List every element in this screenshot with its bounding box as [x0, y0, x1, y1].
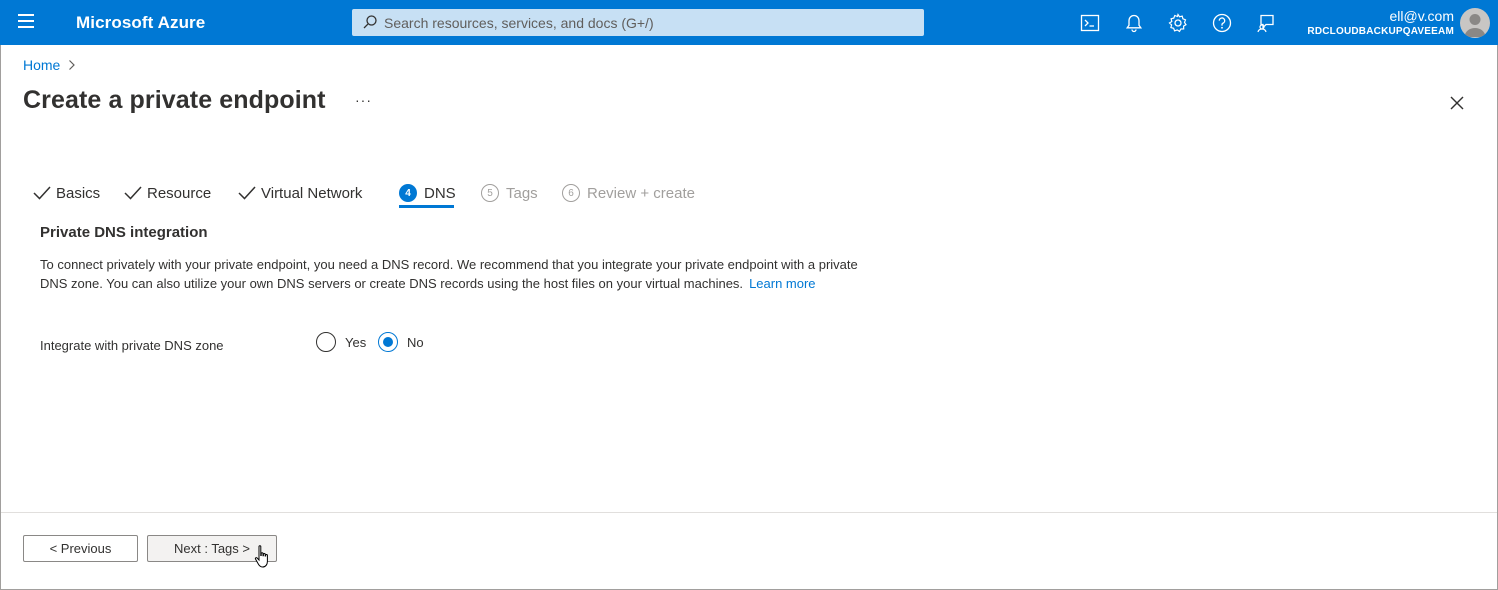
tab-label: DNS — [424, 184, 456, 202]
brand-title[interactable]: Microsoft Azure — [76, 13, 205, 33]
more-options-button[interactable]: ··· — [355, 92, 372, 108]
radio-label: Yes — [345, 334, 367, 350]
tab-review-create[interactable]: 6 Review + create — [562, 177, 695, 209]
tab-resource[interactable]: Resource — [124, 177, 211, 209]
checkmark-icon — [238, 186, 256, 200]
section-title: Private DNS integration — [40, 224, 208, 241]
tab-basics[interactable]: Basics — [33, 177, 100, 209]
page-title: Create a private endpoint — [23, 86, 326, 114]
help-icon[interactable] — [1211, 12, 1233, 34]
radio-yes[interactable]: Yes — [316, 332, 366, 352]
checkmark-icon — [33, 186, 51, 200]
close-icon[interactable] — [1449, 95, 1465, 111]
tab-tags[interactable]: 5 Tags — [481, 177, 538, 209]
tab-label: Tags — [506, 184, 538, 202]
account-info[interactable]: ell@v.com RDCLOUDBACKUPQAVEEAM — [1307, 8, 1454, 39]
radio-circle-selected[interactable] — [378, 332, 398, 352]
chevron-right-icon — [69, 60, 76, 70]
radio-circle[interactable] — [316, 332, 336, 352]
section-description: To connect privately with your private e… — [40, 255, 860, 293]
breadcrumb-home[interactable]: Home — [23, 57, 60, 73]
checkmark-icon — [124, 186, 142, 200]
account-user: ell@v.com — [1389, 8, 1454, 24]
tab-virtual-network[interactable]: Virtual Network — [238, 177, 362, 209]
next-tags-button[interactable]: Next : Tags > — [147, 535, 277, 562]
tab-label: Virtual Network — [261, 184, 363, 202]
tab-label: Basics — [56, 184, 101, 202]
radio-label: No — [407, 334, 424, 350]
breadcrumb: Home — [23, 57, 76, 73]
radio-no[interactable]: No — [378, 332, 424, 352]
footer-divider — [1, 512, 1497, 513]
tab-label: Resource — [147, 184, 212, 202]
description-text: To connect privately with your private e… — [40, 257, 858, 291]
notifications-icon[interactable] — [1123, 12, 1145, 34]
feedback-icon[interactable] — [1255, 12, 1277, 34]
avatar[interactable] — [1460, 8, 1490, 38]
step-number: 5 — [481, 184, 499, 202]
previous-button[interactable]: < Previous — [23, 535, 138, 562]
settings-icon[interactable] — [1167, 12, 1189, 34]
top-bar: Microsoft Azure ell@v.com RDCLOUDBACKUPQ… — [0, 0, 1498, 45]
learn-more-link[interactable]: Learn more — [749, 276, 815, 291]
menu-icon[interactable] — [18, 14, 38, 30]
step-number: 6 — [562, 184, 580, 202]
field-label-private-dns: Integrate with private DNS zone — [40, 338, 224, 353]
search-input[interactable] — [384, 9, 914, 36]
user-avatar-icon — [1464, 14, 1486, 37]
step-number: 4 — [399, 184, 417, 202]
cloud-shell-icon[interactable] — [1079, 12, 1101, 34]
active-tab-indicator — [399, 205, 454, 208]
search-icon — [363, 15, 377, 29]
account-tenant: RDCLOUDBACKUPQAVEEAM — [1307, 26, 1454, 37]
tab-label: Review + create — [587, 184, 695, 202]
search-box[interactable] — [352, 9, 924, 36]
